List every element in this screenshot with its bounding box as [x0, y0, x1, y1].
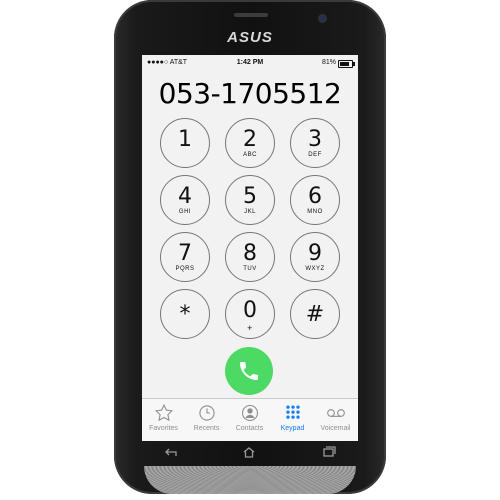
status-bar: ●●●●○ AT&T 1:42 PM 81%	[142, 55, 358, 71]
battery-percent: 81%	[321, 59, 336, 66]
tab-label: Contacts	[235, 425, 264, 432]
key-star[interactable]: *	[160, 289, 210, 339]
key-3[interactable]: 3 DEF	[290, 118, 340, 168]
tab-label: Recents	[193, 425, 220, 432]
key-digit: 8	[243, 241, 257, 266]
key-letters: DEF	[308, 152, 322, 158]
star-icon	[142, 403, 185, 425]
tab-contacts[interactable]: Contacts	[228, 403, 271, 432]
dialed-number: 053-1705512	[158, 77, 342, 110]
battery-icon	[338, 60, 355, 68]
key-letters: +	[247, 323, 253, 333]
key-4[interactable]: 4 GHI	[160, 175, 210, 225]
home-icon[interactable]	[242, 446, 256, 461]
key-2[interactable]: 2 ABC	[225, 118, 275, 168]
phone-chin	[144, 466, 356, 494]
tab-favorites[interactable]: Favorites	[142, 403, 185, 432]
tab-label: Favorites	[149, 425, 178, 432]
phone-icon	[240, 362, 258, 380]
voicemail-icon	[314, 403, 357, 425]
key-digit: 0	[243, 298, 257, 323]
call-button[interactable]	[225, 347, 273, 395]
person-icon	[228, 403, 271, 425]
key-letters: GHI	[178, 209, 192, 215]
key-1[interactable]: 1	[160, 118, 210, 168]
front-camera	[319, 15, 326, 22]
key-hash[interactable]: #	[290, 289, 340, 339]
key-8[interactable]: 8 TUV	[225, 232, 275, 282]
tab-voicemail[interactable]: Voicemail	[314, 403, 357, 432]
key-0[interactable]: 0 +	[225, 289, 275, 339]
key-digit: 3	[308, 127, 322, 152]
key-letters: TUV	[243, 266, 257, 272]
tab-bar: Favorites Recents Contacts Keypad Voicem…	[142, 398, 358, 441]
brand-logo: ASUS	[227, 29, 273, 46]
key-letters: WXYZ	[305, 266, 325, 272]
key-letters: ABC	[243, 152, 257, 158]
back-icon[interactable]	[164, 446, 178, 461]
key-letters: MNO	[307, 209, 323, 215]
hardware-nav-bar	[142, 441, 358, 463]
tab-label: Voicemail	[320, 425, 351, 432]
key-digit: *	[179, 302, 191, 327]
clock-icon	[185, 403, 228, 425]
key-letters: JKL	[244, 209, 256, 215]
key-5[interactable]: 5 JKL	[225, 175, 275, 225]
key-digit: #	[305, 302, 325, 327]
key-letters: PQRS	[175, 266, 195, 272]
key-digit: 2	[243, 127, 257, 152]
dialer-screen: ●●●●○ AT&T 1:42 PM 81% 053-1705512 1 2 A…	[142, 55, 358, 441]
key-digit: 6	[308, 184, 322, 209]
key-digit: 5	[243, 184, 257, 209]
recent-apps-icon[interactable]	[322, 446, 336, 461]
key-digit: 4	[178, 184, 192, 209]
key-9[interactable]: 9 WXYZ	[290, 232, 340, 282]
tab-keypad[interactable]: Keypad	[271, 403, 314, 432]
earpiece	[234, 13, 268, 17]
key-digit: 7	[178, 241, 192, 266]
key-6[interactable]: 6 MNO	[290, 175, 340, 225]
key-digit: 9	[308, 241, 322, 266]
key-7[interactable]: 7 PQRS	[160, 232, 210, 282]
key-digit: 1	[178, 127, 192, 152]
tab-recents[interactable]: Recents	[185, 403, 228, 432]
keypad-icon	[271, 403, 314, 425]
tab-label: Keypad	[280, 425, 305, 432]
